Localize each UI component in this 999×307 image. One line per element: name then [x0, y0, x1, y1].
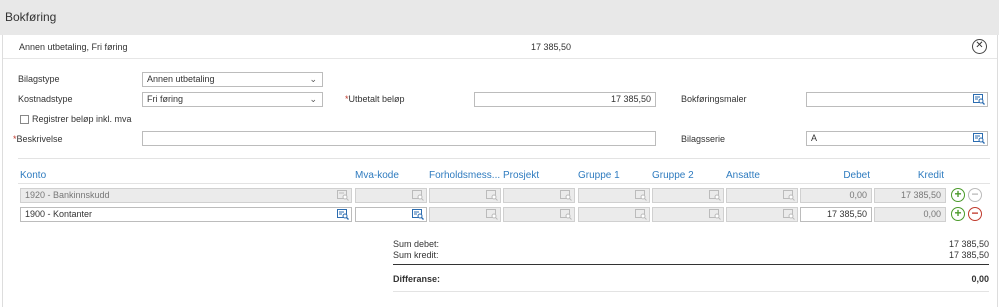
lookup-icon: [560, 209, 572, 220]
lookup-icon[interactable]: [412, 209, 424, 220]
col-konto[interactable]: Konto: [20, 170, 46, 181]
bilagstype-value: Annen utbetaling: [147, 74, 215, 84]
add-row-icon[interactable]: +: [951, 188, 965, 202]
forholdsmessig-field: [429, 207, 501, 222]
lookup-icon: [709, 209, 721, 220]
gruppe1-field: [578, 188, 650, 203]
col-prosjekt[interactable]: Prosjekt: [503, 170, 539, 181]
window-title: Bokføring: [5, 10, 57, 24]
forholdsmessig-field: [429, 188, 501, 203]
lookup-icon: [412, 190, 424, 201]
remove-row-icon[interactable]: −: [968, 207, 982, 221]
table-header-divider: [18, 183, 990, 184]
lookup-icon: [486, 190, 498, 201]
transaction-title: Annen utbetaling, Fri føring: [19, 42, 128, 52]
konto-field: 1920 - Bankinnskudd: [20, 188, 352, 203]
kredit-field: 0,00: [874, 207, 946, 222]
gruppe2-field: [652, 188, 724, 203]
gruppe2-field: [652, 207, 724, 222]
konto-value: 1900 - Kontanter: [25, 209, 93, 219]
bokforingsmaler-input[interactable]: [806, 92, 988, 107]
kredit-field: 17 385,50: [874, 188, 946, 203]
remove-row-icon: −: [968, 188, 982, 202]
bilagsserie-input[interactable]: A: [806, 131, 988, 146]
col-forholdsmessig[interactable]: Forholdsmess...: [429, 170, 500, 181]
differanse-label: Differanse:: [393, 274, 441, 284]
kostnadstype-label: Kostnadstype: [18, 94, 73, 104]
lookup-icon[interactable]: [973, 94, 985, 105]
prosjekt-field: [503, 207, 575, 222]
debet-field: 0,00: [800, 188, 872, 203]
kostnadstype-select[interactable]: Fri føring ⌄: [142, 92, 323, 107]
section-divider: [18, 158, 990, 159]
konto-field[interactable]: 1900 - Kontanter: [20, 207, 352, 222]
col-kredit[interactable]: Kredit: [874, 170, 944, 181]
konto-value: 1920 - Bankinnskudd: [25, 190, 110, 200]
transaction-amount: 17 385,50: [531, 42, 572, 52]
col-gruppe2[interactable]: Gruppe 2: [652, 170, 694, 181]
chevron-down-icon: ⌄: [309, 74, 317, 84]
lookup-icon: [337, 190, 349, 201]
utbetalt-belop-label-text: Utbetalt beløp: [348, 94, 405, 104]
close-circle-icon[interactable]: ✕: [972, 39, 987, 54]
kostnadstype-value: Fri føring: [147, 94, 183, 104]
utbetalt-belop-input[interactable]: 17 385,50: [474, 92, 656, 107]
lookup-icon: [635, 209, 647, 220]
bokforingsmaler-label: Bokføringsmaler: [681, 94, 747, 104]
bokforing-panel: Annen utbetaling, Fri føring 17 385,50 ✕…: [2, 35, 998, 307]
ansatte-field: [726, 207, 798, 222]
mva-field: [355, 188, 427, 203]
chevron-down-icon: ⌄: [309, 94, 317, 104]
sum-debet-value: 17 385,50: [948, 239, 989, 249]
window-title-bar: Bokføring: [0, 0, 999, 35]
col-mva[interactable]: Mva-kode: [355, 170, 399, 181]
ansatte-field: [726, 188, 798, 203]
lookup-icon: [486, 209, 498, 220]
add-row-icon[interactable]: +: [951, 207, 965, 221]
col-debet[interactable]: Debet: [800, 170, 870, 181]
lookup-icon: [560, 190, 572, 201]
debet-field[interactable]: 17 385,50: [800, 207, 872, 222]
lookup-icon: [709, 190, 721, 201]
bilagsserie-label: Bilagsserie: [681, 134, 726, 144]
col-ansatte[interactable]: Ansatte: [726, 170, 760, 181]
lookup-icon: [783, 209, 795, 220]
sum-kredit-value: 17 385,50: [948, 250, 989, 260]
bilagsserie-value: A: [811, 133, 818, 143]
lookup-icon[interactable]: [973, 133, 985, 144]
bilagstype-label: Bilagstype: [18, 74, 60, 84]
register-mva-label: Registrer beløp inkl. mva: [32, 114, 132, 124]
gruppe1-field: [578, 207, 650, 222]
sum-debet-label: Sum debet:: [393, 239, 440, 249]
utbetalt-belop-label: *Utbetalt beløp: [345, 94, 405, 104]
transaction-header: Annen utbetaling, Fri føring 17 385,50 ✕: [3, 35, 997, 59]
summary-divider: [393, 264, 989, 265]
lookup-icon: [635, 190, 647, 201]
bilagstype-select[interactable]: Annen utbetaling ⌄: [142, 72, 323, 87]
col-gruppe1[interactable]: Gruppe 1: [578, 170, 620, 181]
register-mva-checkbox[interactable]: [20, 115, 29, 124]
prosjekt-field: [503, 188, 575, 203]
beskrivelse-input[interactable]: [142, 131, 656, 146]
lookup-icon: [783, 190, 795, 201]
differanse-value: 0,00: [971, 274, 989, 284]
beskrivelse-label-text: Beskrivelse: [16, 134, 63, 144]
summary-bottom-divider: [393, 291, 989, 292]
sum-kredit-label: Sum kredit:: [393, 250, 439, 260]
beskrivelse-label: *Beskrivelse: [13, 134, 63, 144]
lookup-icon[interactable]: [337, 209, 349, 220]
mva-field[interactable]: [355, 207, 427, 222]
